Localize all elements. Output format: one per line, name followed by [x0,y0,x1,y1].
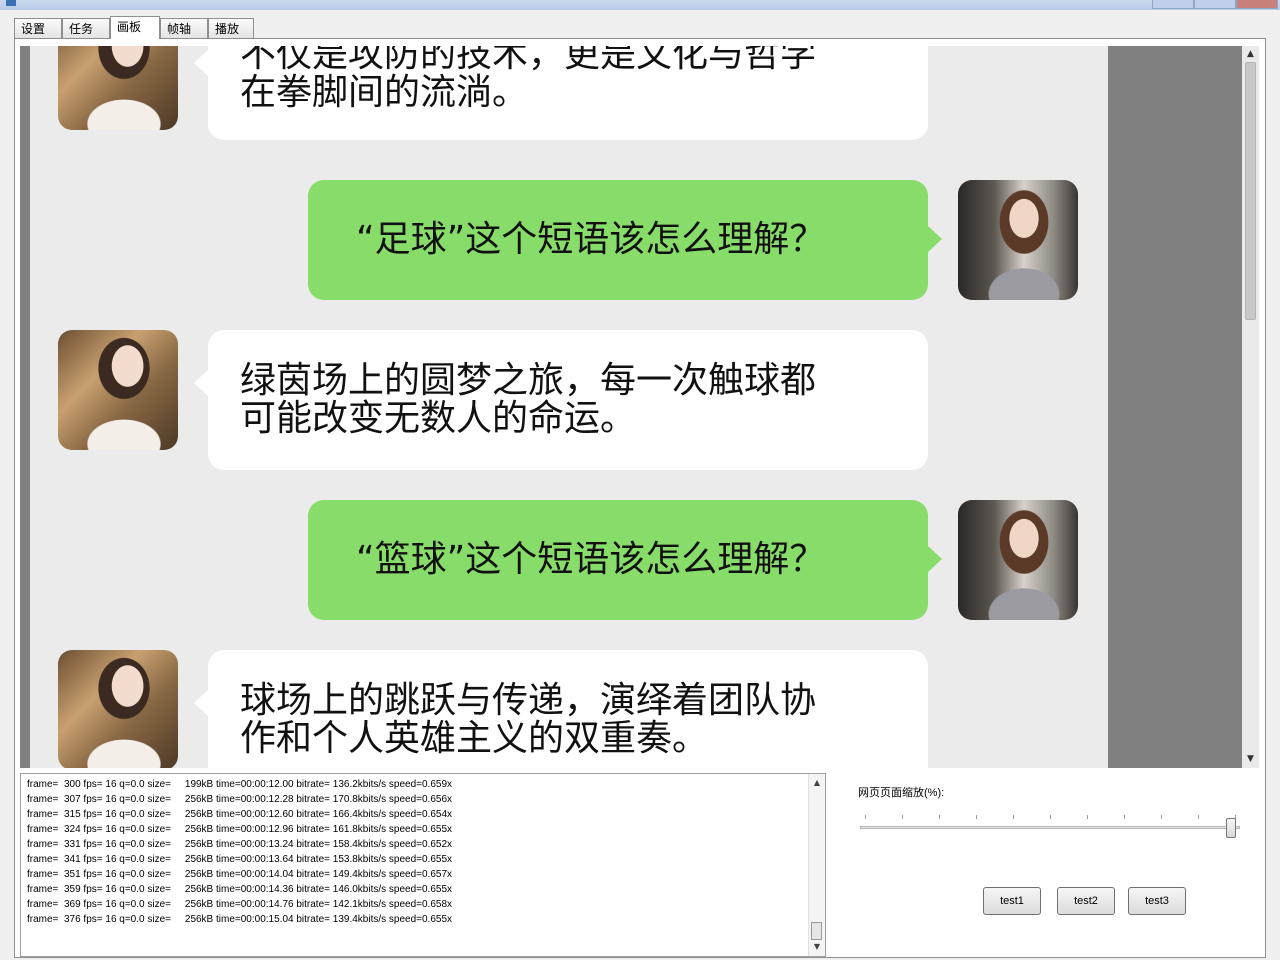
bubble-line: “篮球”这个短语该怎么理解？ [356,539,826,580]
tab-label: 帧轴 [167,22,192,36]
scrollbar-thumb[interactable] [811,922,822,940]
slider-tick [939,815,940,819]
slider-tick [865,815,866,819]
window-titlebar [0,0,1280,10]
tab-play[interactable]: 播放 [208,18,254,38]
web-view-scrollbar[interactable]: ▲ ▼ [1242,46,1259,768]
tab-label: 播放 [215,22,240,36]
tab-label: 设置 [21,22,46,36]
slider-tick [976,815,977,819]
log-line: frame= 324 fps= 16 q=0.0 size= 256kB tim… [27,824,453,835]
bubble-line: “足球”这个短语该怎么理解？ [356,219,826,260]
bubble-text: “足球”这个短语该怎么理解？ [356,221,888,259]
bubble-line: 在拳脚间的流淌。 [240,72,529,113]
bubble-line: 作和个人英雄主义的双重奏。 [240,718,709,759]
slider-tick [902,815,903,819]
log-line: frame= 376 fps= 16 q=0.0 size= 256kB tim… [27,914,453,925]
tab-label: 任务 [69,22,94,36]
test1-button[interactable]: test1 [983,887,1041,915]
slider-tick [1087,815,1088,819]
bubble-text: 不仅是攻防的技术，更是文化与哲学 在拳脚间的流淌。 [240,46,888,112]
bubble-line: 不仅是攻防的技术，更是文化与哲学 [240,46,817,75]
chat-bubble-left: 绿茵场上的圆梦之旅，每一次触球都 可能改变无数人的命运。 [194,330,928,470]
log-line: frame= 300 fps= 16 q=0.0 size= 199kB tim… [27,779,453,790]
scroll-down-icon[interactable]: ▼ [1242,751,1259,768]
scrollbar-thumb[interactable] [1245,62,1256,320]
log-line: frame= 369 fps= 16 q=0.0 size= 256kB tim… [27,899,453,910]
log-line: frame= 307 fps= 16 q=0.0 size= 256kB tim… [27,794,453,805]
bubble-line: 球场上的跳跃与传递，演绎着团队协 [240,680,817,721]
tab-settings[interactable]: 设置 [14,18,62,38]
tab-label: 画板 [117,20,142,34]
bubble-line: 绿茵场上的圆梦之旅，每一次触球都 [240,360,817,401]
scroll-down-icon[interactable]: ▼ [809,940,825,954]
chat-bubble-right: “篮球”这个短语该怎么理解？ [308,500,942,620]
test3-button[interactable]: test3 [1128,887,1186,915]
close-button[interactable] [1236,0,1278,9]
log-scrollbar[interactable]: ▲ ▼ [808,774,825,956]
zoom-label: 网页页面缩放(%): [858,787,945,799]
maximize-button[interactable] [1194,0,1236,9]
slider-tick [1124,815,1125,819]
scroll-up-icon[interactable]: ▲ [809,776,825,790]
bubble-line: 可能改变无数人的命运。 [240,398,637,439]
tab-frame-axis[interactable]: 帧轴 [160,18,208,38]
chat-canvas: 不仅是攻防的技术，更是文化与哲学 在拳脚间的流淌。 “足球”这个短语该怎么理解？… [30,46,1108,768]
bubble-text: 球场上的跳跃与传递，演绎着团队协 作和个人英雄主义的双重奏。 [240,682,888,758]
log-line: frame= 315 fps= 16 q=0.0 size= 256kB tim… [27,809,453,820]
avatar [958,180,1078,300]
log-output[interactable]: frame= 300 fps= 16 q=0.0 size= 199kB tim… [20,773,826,957]
tab-tasks[interactable]: 任务 [62,18,110,38]
log-line: frame= 351 fps= 16 q=0.0 size= 256kB tim… [27,869,453,880]
scroll-up-icon[interactable]: ▲ [1242,46,1259,63]
avatar [58,650,178,768]
log-line: frame= 331 fps= 16 q=0.0 size= 256kB tim… [27,839,453,850]
test2-button[interactable]: test2 [1057,887,1115,915]
bubble-text: “篮球”这个短语该怎么理解？ [356,541,888,579]
avatar [58,330,178,450]
log-line: frame= 341 fps= 16 q=0.0 size= 256kB tim… [27,854,453,865]
slider-tick [1050,815,1051,819]
avatar [58,46,178,130]
slider-tick [1161,815,1162,819]
avatar [958,500,1078,620]
app-icon [6,0,16,6]
slider-tick [1013,815,1014,819]
tab-canvas[interactable]: 画板 [110,16,160,39]
zoom-slider-thumb[interactable] [1226,818,1236,838]
zoom-slider[interactable] [860,826,1240,829]
chat-bubble-left: 不仅是攻防的技术，更是文化与哲学 在拳脚间的流淌。 [194,46,928,140]
slider-tick [1198,815,1199,819]
minimize-button[interactable] [1152,0,1194,9]
log-line: frame= 359 fps= 16 q=0.0 size= 256kB tim… [27,884,453,895]
chat-bubble-left: 球场上的跳跃与传递，演绎着团队协 作和个人英雄主义的双重奏。 [194,650,928,768]
web-view[interactable]: 不仅是攻防的技术，更是文化与哲学 在拳脚间的流淌。 “足球”这个短语该怎么理解？… [20,46,1242,768]
chat-bubble-right: “足球”这个短语该怎么理解？ [308,180,942,300]
bubble-text: 绿茵场上的圆梦之旅，每一次触球都 可能改变无数人的命运。 [240,362,888,438]
